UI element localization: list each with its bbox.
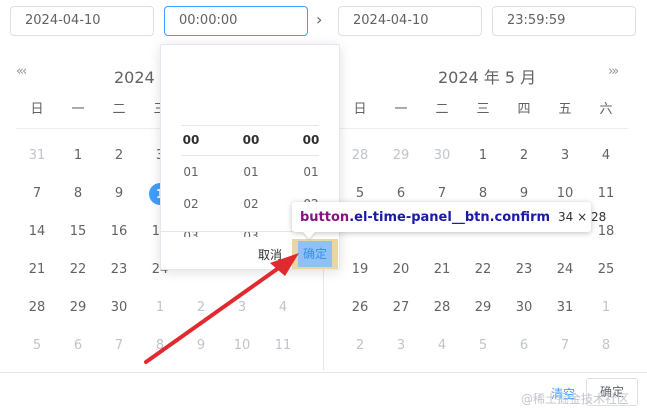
annotation-arrow-icon — [144, 253, 299, 364]
